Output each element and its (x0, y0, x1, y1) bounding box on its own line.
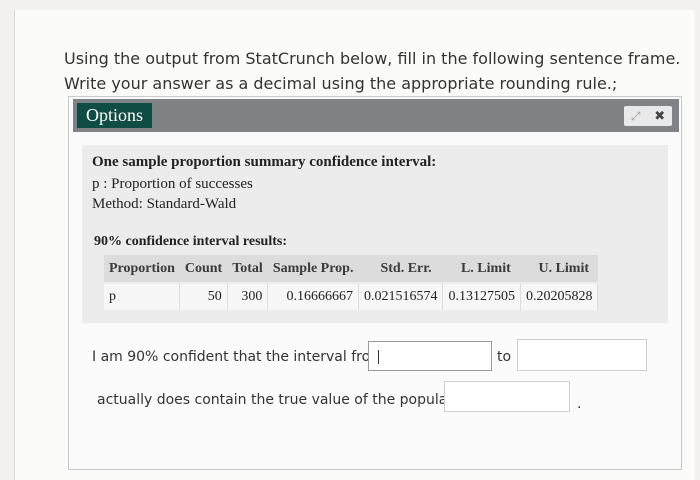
close-icon[interactable]: ✖ (654, 109, 665, 124)
table-cell: 50 (179, 282, 228, 310)
column-header: Std. Err. (358, 255, 443, 283)
table-row: p 50 300 0.16666667 0.021516574 0.131275… (104, 282, 599, 310)
table-cell: p (104, 282, 181, 310)
population-input[interactable] (444, 381, 570, 412)
table-cell: 0.20205828 (520, 282, 599, 310)
lower-limit-input[interactable] (368, 341, 492, 371)
column-header: Proportion (104, 255, 180, 283)
sentence-part-2: to (497, 349, 512, 365)
question-text: Using the output from StatCrunch below, … (64, 49, 681, 93)
method-line: Method: Standard-Wald (92, 196, 237, 212)
table-header-row: Proportion Count Total Sample Prop. Std.… (104, 255, 598, 283)
column-header: Count (179, 255, 228, 283)
table-cell: 0.13127505 (442, 282, 521, 310)
options-header-bar (73, 99, 679, 132)
column-header: Sample Prop. (267, 255, 359, 283)
column-header: U. Limit (520, 255, 598, 283)
column-header: L. Limit (442, 255, 521, 283)
sentence-period: . (577, 396, 582, 412)
output-title: One sample proportion summary confidence… (92, 154, 437, 170)
sentence-part-1: I am 90% confident that the interval fro… (92, 349, 384, 365)
statcrunch-output: One sample proportion summary confidence… (82, 145, 668, 323)
options-title[interactable]: Options (77, 103, 153, 128)
expand-icon[interactable]: ⤢ (631, 109, 641, 124)
table-cell: 300 (227, 282, 269, 310)
sentence-part-3: actually does contain the true value of … (97, 392, 475, 408)
window-controls: ⤢ ✖ (624, 106, 672, 126)
parameter-line: p : Proportion of successes (92, 176, 253, 192)
results-table: Proportion Count Total Sample Prop. Std.… (104, 255, 599, 310)
table-cell: 0.021516574 (358, 282, 444, 310)
results-heading: 90% confidence interval results: (94, 234, 287, 249)
column-header: Total (227, 255, 268, 283)
upper-limit-input[interactable] (517, 339, 647, 371)
text-caret (378, 350, 379, 364)
table-cell: 0.16666667 (267, 282, 359, 310)
